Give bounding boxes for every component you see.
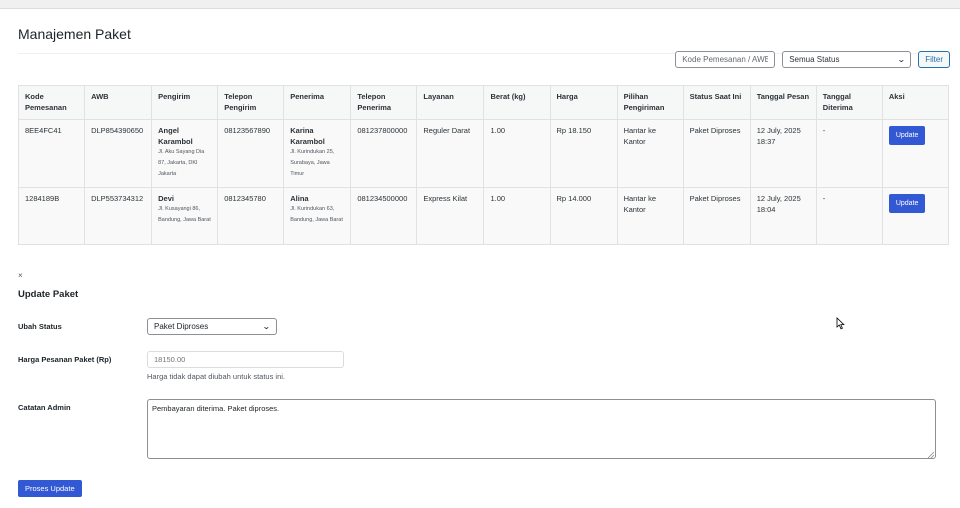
- current-status-cell: Paket Diproses: [682, 187, 751, 245]
- sender-address: Jl. Aku Sayang Dia 87, Jakarta, DKI Jaka…: [158, 149, 205, 177]
- sender-cell: Devi Jl. Kusayangi 86, Bandung, Jawa Bar…: [151, 187, 219, 245]
- sender-name: Devi: [158, 194, 174, 203]
- receiver-cell: Karina Karambol Jl. Kurindukan 25, Surab…: [283, 119, 352, 188]
- col-received-date: Tanggal Diterima: [815, 85, 883, 120]
- mouse-pointer-icon: [836, 317, 845, 330]
- receiver-phone-cell: 081237800000: [350, 119, 418, 188]
- admin-notes-textarea[interactable]: [147, 399, 936, 459]
- chevron-down-icon: ⌄: [896, 55, 906, 64]
- table-row: 8EE4FC41 DLP854390650 Angel Karambol Jl.…: [17, 119, 950, 188]
- receiver-phone-cell: 081234500000: [350, 187, 418, 245]
- col-sender: Pengirim: [151, 85, 219, 120]
- sender-cell: Angel Karambol Jl. Aku Sayang Dia 87, Ja…: [151, 119, 219, 188]
- receiver-name: Alina: [290, 194, 309, 203]
- col-service: Layanan: [416, 85, 485, 120]
- current-status-cell: Paket Diproses: [682, 119, 751, 188]
- orders-table: Kode Pemesanan AWB Pengirim Telepon Peng…: [17, 85, 950, 245]
- col-price: Harga: [549, 85, 618, 120]
- chevron-down-icon: ⌄: [262, 322, 272, 331]
- col-action: Aksi: [881, 85, 950, 120]
- col-sender-phone: Telepon Pengirim: [217, 85, 285, 120]
- filter-bar: Semua Status ⌄ Filter: [675, 51, 950, 68]
- action-cell: Update: [881, 119, 950, 188]
- col-order-code: Kode Pemesanan: [17, 85, 86, 120]
- status-label: Ubah Status: [18, 322, 62, 331]
- notes-label: Catatan Admin: [18, 403, 71, 412]
- close-icon[interactable]: ×: [18, 271, 23, 280]
- service-cell: Reguler Darat: [416, 119, 485, 188]
- order-date-cell: 12 July, 2025 18:04: [749, 187, 817, 245]
- received-date-cell: -: [815, 187, 883, 245]
- price-hint: Harga tidak dapat diubah untuk status in…: [147, 372, 286, 381]
- table-header-row: Kode Pemesanan AWB Pengirim Telepon Peng…: [17, 85, 950, 120]
- receiver-address: Jl. Kurindukan 25, Surabaya, Jawa Timur: [290, 149, 335, 177]
- price-input[interactable]: [147, 351, 344, 368]
- update-button[interactable]: Update: [888, 194, 926, 213]
- submit-update-button[interactable]: Proses Update: [18, 480, 82, 497]
- update-button[interactable]: Update: [888, 126, 926, 145]
- delivery-option-cell: Hantar ke Kantor: [616, 187, 684, 245]
- filter-button[interactable]: Filter: [918, 51, 950, 68]
- status-filter-value: Semua Status: [789, 55, 840, 64]
- order-code-cell: 1284189B: [17, 187, 86, 245]
- receiver-cell: Alina Jl. Kurindukan 63, Bandung, Jawa B…: [283, 187, 352, 245]
- price-label: Harga Pesanan Paket (Rp): [18, 355, 112, 364]
- col-receiver: Penerima: [283, 85, 352, 120]
- col-delivery-option: Pilihan Pengiriman: [616, 85, 684, 120]
- sender-address: Jl. Kusayangi 86, Bandung, Jawa Barat: [158, 206, 211, 223]
- receiver-name: Karina Karambol: [290, 126, 325, 146]
- table-row: 1284189B DLP553734312 Devi Jl. Kusayangi…: [17, 187, 950, 245]
- action-cell: Update: [881, 187, 950, 245]
- page-title: Manajemen Paket: [18, 26, 131, 42]
- service-cell: Express Kilat: [416, 187, 485, 245]
- sender-name: Angel Karambol: [158, 126, 193, 146]
- status-select-value: Paket Diproses: [154, 322, 209, 331]
- weight-cell: 1.00: [483, 187, 551, 245]
- search-input[interactable]: [675, 51, 776, 68]
- col-order-date: Tanggal Pesan: [749, 85, 817, 120]
- col-awb: AWB: [84, 85, 153, 120]
- col-receiver-phone: Telepon Penerima: [350, 85, 418, 120]
- main-content: Manajemen Paket Semua Status ⌄ Filter Ko…: [0, 8, 960, 508]
- sender-phone-cell: 08123567890: [217, 119, 285, 188]
- delivery-option-cell: Hantar ke Kantor: [616, 119, 684, 188]
- price-cell: Rp 14.000: [549, 187, 618, 245]
- price-cell: Rp 18.150: [549, 119, 618, 188]
- status-select[interactable]: Paket Diproses ⌄: [147, 318, 277, 335]
- col-current-status: Status Saat Ini: [682, 85, 751, 120]
- received-date-cell: -: [815, 119, 883, 188]
- order-date-cell: 12 July, 2025 18:37: [749, 119, 817, 188]
- receiver-address: Jl. Kurindukan 63, Bandung, Jawa Barat: [290, 206, 343, 223]
- awb-cell: DLP553734312: [84, 187, 153, 245]
- awb-cell: DLP854390650: [84, 119, 153, 188]
- order-code-cell: 8EE4FC41: [17, 119, 86, 188]
- update-form-title: Update Paket: [18, 289, 79, 300]
- resize-grip-icon[interactable]: [927, 451, 934, 458]
- col-weight: Berat (kg): [483, 85, 551, 120]
- sender-phone-cell: 0812345780: [217, 187, 285, 245]
- weight-cell: 1.00: [483, 119, 551, 188]
- status-filter-select[interactable]: Semua Status ⌄: [782, 51, 912, 68]
